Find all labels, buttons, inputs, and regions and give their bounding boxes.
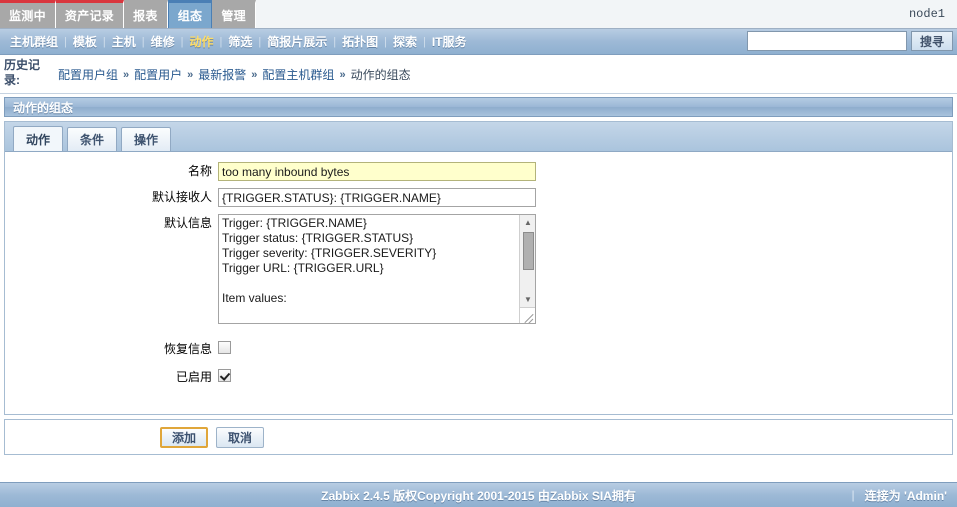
breadcrumb-separator: » bbox=[251, 68, 258, 81]
field-row-recovery-message: 恢复信息 bbox=[5, 340, 952, 359]
nav-separator: | bbox=[258, 35, 262, 48]
main-menu-tabs: 监测中 资产记录 报表 组态 管理 bbox=[0, 0, 256, 28]
enabled-field-wrap bbox=[218, 368, 952, 383]
nav-link-1[interactable]: 模板 bbox=[67, 33, 103, 50]
footer-right: | 连接为 'Admin' bbox=[852, 487, 948, 504]
action-form-panel: 动作条件操作 名称 默认接收人 默认信息 Trigger: {TRIGGER.N… bbox=[4, 121, 953, 415]
resize-grip-icon[interactable] bbox=[519, 307, 535, 323]
name-field-wrap bbox=[218, 162, 952, 181]
nav-separator: | bbox=[141, 35, 145, 48]
recovery-message-field-wrap bbox=[218, 340, 952, 355]
default-subject-input[interactable] bbox=[218, 188, 536, 207]
footer-copyright: Zabbix 2.4.5 版权Copyright 2001-2015 由Zabb… bbox=[321, 488, 636, 503]
field-row-enabled: 已启用 bbox=[5, 368, 952, 387]
recovery-message-checkbox[interactable] bbox=[218, 341, 231, 355]
breadcrumb-separator: » bbox=[123, 68, 130, 81]
secondary-nav-bar: 主机群组 | 模板 | 主机 | 维修 | 动作 | 筛选 | 简报片展示 | 拓扑图 | 探索 | IT服务 搜寻 bbox=[0, 29, 957, 55]
nav-separator: | bbox=[333, 35, 337, 48]
main-menu-tab-0[interactable]: 监测中 bbox=[0, 0, 56, 28]
form-tab-0[interactable]: 动作 bbox=[13, 126, 64, 151]
cancel-button[interactable]: 取消 bbox=[216, 426, 265, 448]
breadcrumb-item-3[interactable]: 配置主机群组 bbox=[262, 66, 334, 83]
form-action-bar: 添加 取消 bbox=[4, 419, 953, 455]
name-label: 名称 bbox=[187, 164, 212, 178]
nav-links: 主机群组 | 模板 | 主机 | 维修 | 动作 | 筛选 | 简报片展示 | 拓扑图 | 探索 | IT服务 bbox=[0, 33, 473, 50]
form-tab-1[interactable]: 条件 bbox=[67, 127, 118, 151]
nav-link-5[interactable]: 筛选 bbox=[222, 33, 258, 50]
nav-separator: | bbox=[219, 35, 223, 48]
search-area: 搜寻 bbox=[746, 31, 953, 51]
main-menu-tab-3[interactable]: 组态 bbox=[167, 0, 213, 28]
nav-separator: | bbox=[64, 35, 67, 48]
nav-link-2[interactable]: 主机 bbox=[106, 33, 142, 50]
add-button[interactable]: 添加 bbox=[160, 426, 209, 448]
default-message-textarea[interactable]: Trigger: {TRIGGER.NAME} Trigger status: … bbox=[218, 214, 536, 324]
footer-divider: | bbox=[851, 488, 855, 502]
default-subject-label: 默认接收人 bbox=[151, 190, 212, 204]
enabled-label: 已启用 bbox=[175, 370, 212, 384]
nav-link-9[interactable]: IT服务 bbox=[426, 33, 473, 50]
search-button[interactable]: 搜寻 bbox=[910, 31, 953, 51]
field-row-default-message: 默认信息 Trigger: {TRIGGER.NAME} Trigger sta… bbox=[5, 214, 952, 324]
nav-link-6[interactable]: 简报片展示 bbox=[261, 33, 333, 50]
page-footer: Zabbix 2.4.5 版权Copyright 2001-2015 由Zabb… bbox=[0, 482, 957, 507]
breadcrumb-item-2[interactable]: 最新报警 bbox=[198, 66, 246, 83]
breadcrumb-item-4: 动作的组态 bbox=[350, 68, 411, 82]
page-title: 动作的组态 bbox=[4, 97, 953, 117]
nav-separator: | bbox=[423, 35, 426, 48]
name-input[interactable] bbox=[218, 162, 536, 181]
default-message-field-wrap: Trigger: {TRIGGER.NAME} Trigger status: … bbox=[218, 214, 952, 324]
top-menu-bar: 监测中 资产记录 报表 组态 管理 node1 bbox=[0, 0, 957, 29]
nav-link-0[interactable]: 主机群组 bbox=[4, 33, 64, 50]
history-label: 历史记录: bbox=[4, 58, 41, 87]
scroll-down-icon[interactable]: ▼ bbox=[520, 292, 535, 307]
node-label: node1 bbox=[908, 7, 945, 21]
nav-separator: | bbox=[384, 35, 387, 48]
field-row-name: 名称 bbox=[5, 162, 952, 181]
form-tab-2[interactable]: 操作 bbox=[121, 127, 172, 151]
main-menu-tab-4[interactable]: 管理 bbox=[212, 0, 256, 28]
breadcrumb: 配置用户组 » 配置用户 » 最新报警 » 配置主机群组 » 动作的组态 bbox=[48, 55, 411, 83]
main-menu-tab-2[interactable]: 报表 bbox=[124, 0, 168, 28]
history-bar: 历史记录: 配置用户组 » 配置用户 » 最新报警 » 配置主机群组 » 动作的组态 bbox=[0, 55, 957, 94]
scroll-up-icon[interactable]: ▲ bbox=[520, 215, 535, 230]
default-message-text: Trigger: {TRIGGER.NAME} Trigger status: … bbox=[222, 216, 535, 323]
breadcrumb-item-1[interactable]: 配置用户 bbox=[134, 66, 182, 83]
enabled-checkbox[interactable] bbox=[218, 369, 231, 383]
nav-link-8[interactable]: 探索 bbox=[387, 33, 423, 50]
nav-separator: | bbox=[180, 35, 184, 48]
default-subject-field-wrap bbox=[218, 188, 952, 207]
nav-link-3[interactable]: 维修 bbox=[145, 33, 181, 50]
recovery-message-label: 恢复信息 bbox=[163, 342, 212, 356]
default-message-label: 默认信息 bbox=[163, 216, 212, 230]
breadcrumb-separator: » bbox=[187, 68, 194, 81]
nav-link-7[interactable]: 拓扑图 bbox=[336, 33, 384, 50]
nav-link-4[interactable]: 动作 bbox=[184, 33, 220, 50]
breadcrumb-separator: » bbox=[339, 68, 346, 81]
breadcrumb-item-0[interactable]: 配置用户组 bbox=[58, 66, 118, 83]
scrollbar-thumb[interactable] bbox=[523, 232, 534, 270]
form-body: 名称 默认接收人 默认信息 Trigger: {TRIGGER.NAME} Tr… bbox=[5, 152, 952, 414]
footer-user-label: 连接为 'Admin' bbox=[864, 488, 947, 503]
form-tabstrip: 动作 条件 操作 bbox=[5, 122, 952, 152]
main-menu-tab-1[interactable]: 资产记录 bbox=[55, 0, 125, 28]
field-row-default-subject: 默认接收人 bbox=[5, 188, 952, 207]
search-input[interactable] bbox=[746, 31, 907, 51]
nav-separator: | bbox=[102, 35, 106, 48]
